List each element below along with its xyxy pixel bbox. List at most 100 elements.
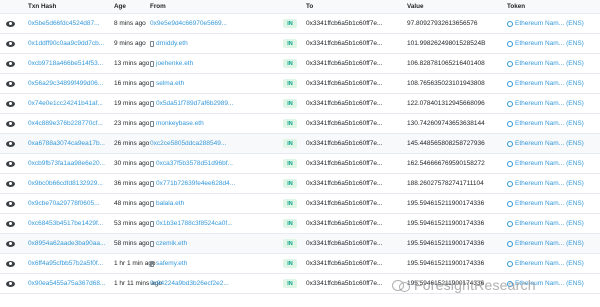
txn-hash-link[interactable]: 0x1ddff90c0aa9c9dd7cb... [28, 40, 104, 47]
eye-icon[interactable] [6, 80, 15, 87]
txn-hash-link[interactable]: 0x74e0e1cc24241b41af... [28, 100, 103, 107]
to-address-text: 0x3341ffcb6a5b1c60ff7e... [306, 140, 383, 147]
from-address-link[interactable]: 0x1b3e1788c3f8524ca0f... [156, 220, 233, 227]
token-name[interactable]: Ethereum Nam... [515, 240, 564, 248]
txn-hash-link[interactable]: 0xa6788a3074ca9ea17b... [28, 140, 105, 147]
eye-icon[interactable] [6, 180, 15, 187]
view-details-cell[interactable] [6, 254, 20, 273]
token-name[interactable]: Ethereum Nam... [515, 160, 564, 168]
txn-hash-link[interactable]: 0x5be5d66fdc4524d87... [28, 20, 100, 27]
view-details-cell[interactable] [6, 94, 20, 113]
token-symbol[interactable]: (ENS) [566, 80, 584, 88]
eye-icon[interactable] [6, 260, 15, 267]
token-name[interactable]: Ethereum Nam... [515, 200, 564, 208]
token-name[interactable]: Ethereum Nam... [515, 140, 564, 148]
age-text: 53 mins ago [114, 220, 150, 227]
txn-hash-link[interactable]: 0x4c889e376b228770cf... [28, 120, 103, 127]
view-details-cell[interactable] [6, 194, 20, 213]
token-link[interactable]: Ethereum Nam... (ENS) [507, 200, 584, 208]
token-link[interactable]: Ethereum Nam... (ENS) [507, 260, 584, 268]
view-details-cell[interactable] [6, 234, 20, 253]
token-symbol[interactable]: (ENS) [566, 240, 584, 248]
token-symbol[interactable]: (ENS) [566, 140, 584, 148]
token-link[interactable]: Ethereum Nam... (ENS) [507, 20, 584, 28]
from-address-link[interactable]: 0xc2ce5805ddca288549... [150, 140, 226, 147]
from-address-link[interactable]: monkeybase.eth [156, 120, 204, 127]
txn-hash-link[interactable]: 0xcb9fb73fa1aa98e6e20... [28, 160, 105, 167]
txn-hash-link[interactable]: 0x56a29c34899f499d06... [28, 80, 103, 87]
txn-hash-link[interactable]: 0x90ea5455a75a367d68... [28, 280, 105, 287]
txn-hash-link[interactable]: 0x8954a62aade3ba90aa... [28, 240, 105, 247]
from-address-link[interactable]: joehenke.eth [156, 60, 193, 67]
token-link[interactable]: Ethereum Nam... (ENS) [507, 80, 584, 88]
token-name[interactable]: Ethereum Nam... [515, 80, 564, 88]
from-address-link[interactable]: safemy.eth [156, 260, 187, 267]
from-address-link[interactable]: 0x5da51f789d7af6b2989... [156, 100, 233, 107]
token-name[interactable]: Ethereum Nam... [515, 120, 564, 128]
value-text: 106.828781065216401408 [407, 60, 485, 67]
eye-icon[interactable] [6, 240, 15, 247]
txn-hash-link[interactable]: 0xc68453b4517be1429f... [28, 220, 103, 227]
view-details-cell[interactable] [6, 34, 20, 53]
eye-icon[interactable] [6, 280, 15, 287]
eye-icon[interactable] [6, 20, 15, 27]
eye-icon[interactable] [6, 200, 15, 207]
token-symbol[interactable]: (ENS) [566, 220, 584, 228]
from-address-link[interactable]: 0x9e5e9d4c66970e5669... [150, 20, 227, 27]
eye-icon[interactable] [6, 40, 15, 47]
token-link[interactable]: Ethereum Nam... (ENS) [507, 100, 584, 108]
token-symbol[interactable]: (ENS) [566, 160, 584, 168]
token-name[interactable]: Ethereum Nam... [515, 180, 564, 188]
token-symbol[interactable]: (ENS) [566, 20, 584, 28]
token-symbol[interactable]: (ENS) [566, 120, 584, 128]
token-name[interactable]: Ethereum Nam... [515, 220, 564, 228]
from-address-link[interactable]: 0xca37f5b3578d51d96bf... [156, 160, 233, 167]
txn-hash-link[interactable]: 0x9cbe70a29778f0605... [28, 200, 100, 207]
txn-hash-link[interactable]: 0x6ff4a95cfbb57b2a5f0f... [28, 260, 103, 267]
view-details-cell[interactable] [6, 54, 20, 73]
view-details-cell[interactable] [6, 134, 20, 153]
eye-icon[interactable] [6, 120, 15, 127]
view-details-cell[interactable] [6, 14, 20, 33]
ens-token-icon [507, 220, 513, 227]
token-symbol[interactable]: (ENS) [566, 200, 584, 208]
token-link[interactable]: Ethereum Nam... (ENS) [507, 220, 584, 228]
eye-icon[interactable] [6, 100, 15, 107]
txn-hash-link[interactable]: 0xcb9718a466be514f53... [28, 60, 103, 67]
eye-icon[interactable] [6, 220, 15, 227]
view-details-cell[interactable] [6, 174, 20, 193]
from-address-link[interactable]: czemik.eth [156, 240, 187, 247]
token-symbol[interactable]: (ENS) [566, 260, 584, 268]
token-link[interactable]: Ethereum Nam... (ENS) [507, 180, 584, 188]
eye-icon[interactable] [6, 60, 15, 67]
token-link[interactable]: Ethereum Nam... (ENS) [507, 140, 584, 148]
token-link[interactable]: Ethereum Nam... (ENS) [507, 160, 584, 168]
view-details-cell[interactable] [6, 74, 20, 93]
token-symbol[interactable]: (ENS) [566, 100, 584, 108]
token-symbol[interactable]: (ENS) [566, 180, 584, 188]
ens-token-icon [507, 160, 513, 167]
from-address-link[interactable]: 0x94224a9bd3b26ecf2e2... [150, 280, 229, 287]
eye-icon[interactable] [6, 140, 15, 147]
token-name[interactable]: Ethereum Nam... [515, 60, 564, 68]
token-name[interactable]: Ethereum Nam... [515, 100, 564, 108]
token-link[interactable]: Ethereum Nam... (ENS) [507, 120, 584, 128]
token-name[interactable]: Ethereum Nam... [515, 260, 564, 268]
view-details-cell[interactable] [6, 214, 20, 233]
txn-hash-link[interactable]: 0x9bc0b66cdfd8132929... [28, 180, 103, 187]
from-address-link[interactable]: 0x771b72639fe4ee628d4... [156, 180, 235, 187]
token-name[interactable]: Ethereum Nam... [515, 20, 564, 28]
eye-icon[interactable] [6, 160, 15, 167]
view-details-cell[interactable] [6, 154, 20, 173]
token-link[interactable]: Ethereum Nam... (ENS) [507, 40, 584, 48]
from-address-link[interactable]: selma.eth [156, 80, 184, 87]
token-name[interactable]: Ethereum Nam... [515, 40, 564, 48]
token-symbol[interactable]: (ENS) [566, 60, 584, 68]
token-link[interactable]: Ethereum Nam... (ENS) [507, 240, 584, 248]
view-details-cell[interactable] [6, 114, 20, 133]
view-details-cell[interactable] [6, 274, 20, 293]
from-address-link[interactable]: drniddy.eth [156, 40, 188, 47]
from-address-link[interactable]: balala.eth [156, 200, 184, 207]
token-symbol[interactable]: (ENS) [566, 40, 584, 48]
token-link[interactable]: Ethereum Nam... (ENS) [507, 60, 584, 68]
